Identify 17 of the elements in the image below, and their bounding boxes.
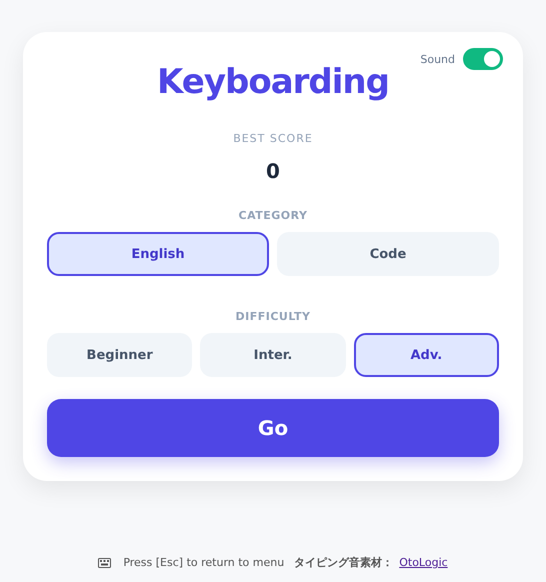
go-button[interactable]: Go	[47, 399, 499, 457]
best-score-label: BEST SCORE	[233, 132, 313, 145]
app-title: Keyboarding	[157, 62, 389, 102]
category-label: CATEGORY	[238, 209, 308, 222]
difficulty-option[interactable]: Beginner	[47, 333, 192, 377]
keyboard-icon	[98, 558, 112, 568]
best-score-value: 0	[266, 159, 280, 183]
difficulty-option[interactable]: Adv.	[354, 333, 499, 377]
difficulty-option[interactable]: Inter.	[200, 333, 346, 377]
category-option[interactable]: English	[47, 232, 269, 276]
sound-toggle[interactable]	[463, 48, 503, 70]
credit-label: タイピング音素材：	[294, 555, 394, 570]
category-option[interactable]: Code	[277, 232, 499, 276]
esc-hint: Press [Esc] to return to menu	[123, 556, 284, 569]
difficulty-label: DIFFICULTY	[235, 310, 310, 323]
credit-link[interactable]: OtoLogic	[399, 556, 448, 569]
sound-label: Sound	[420, 52, 455, 66]
